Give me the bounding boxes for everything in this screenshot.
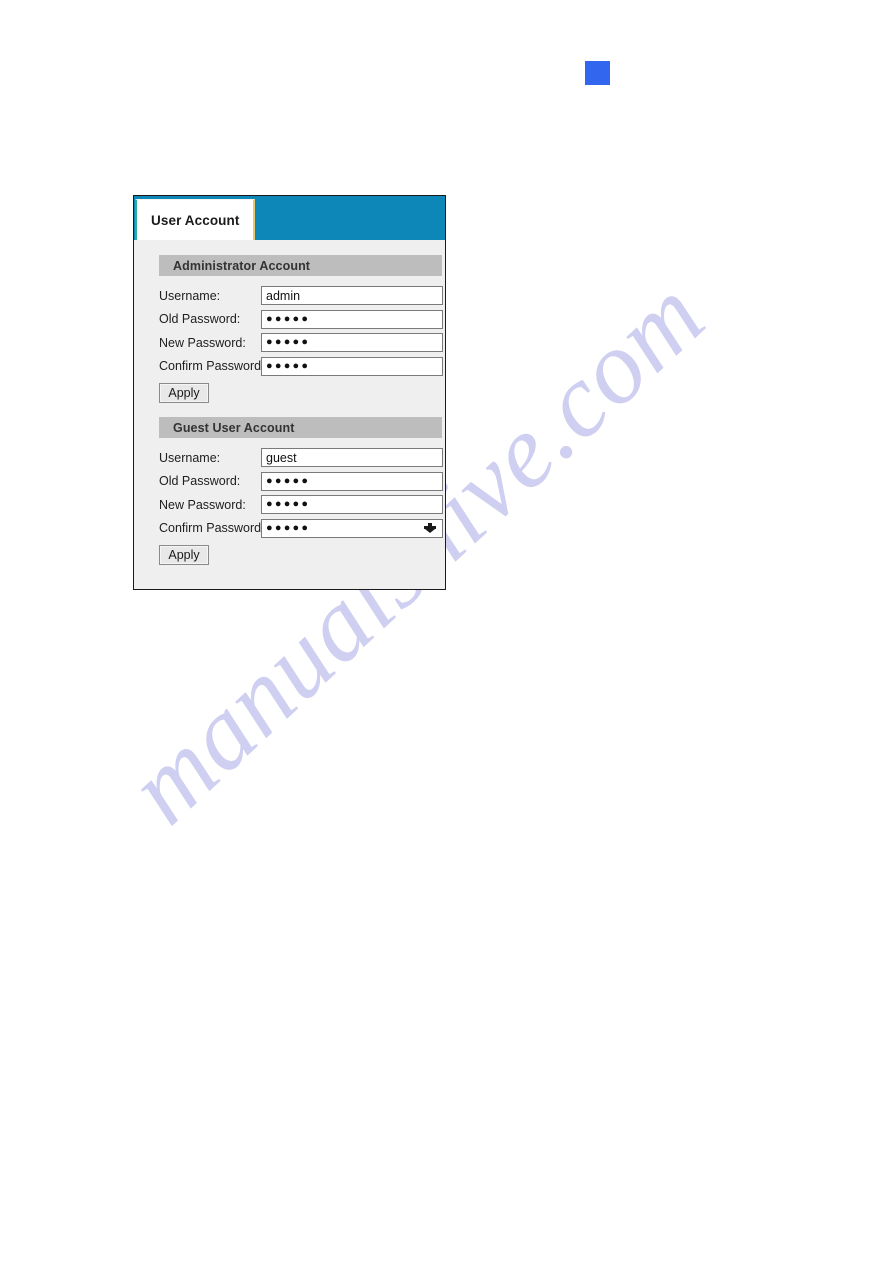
form-row-guest-old-password: Old Password: ●●●●●	[159, 470, 445, 494]
label-guest-old-password: Old Password:	[159, 474, 241, 489]
value-guest-confirm-password: ●●●●●	[266, 521, 311, 534]
input-guest-username[interactable]: guest	[261, 448, 443, 468]
administrator-form: Username: admin Old Password: ●●●●● New …	[134, 276, 445, 378]
section-header-guest-label: Guest User Account	[173, 420, 295, 435]
label-guest-confirm-password: Confirm Password:	[159, 521, 265, 536]
form-row-guest-confirm-password: Confirm Password: ●●●●●	[159, 517, 445, 541]
label-admin-new-password: New Password:	[159, 335, 246, 350]
form-row-guest-username: Username: guest	[159, 446, 445, 470]
blue-marker-square	[585, 61, 610, 85]
tab-user-account-label: User Account	[151, 212, 240, 228]
input-guest-new-password[interactable]: ●●●●●	[261, 495, 443, 515]
tab-strip: User Account	[134, 196, 445, 240]
input-guest-confirm-password[interactable]: ●●●●●	[261, 518, 443, 538]
tab-user-account[interactable]: User Account	[135, 199, 256, 240]
value-admin-username: admin	[266, 288, 301, 303]
value-guest-username: guest	[266, 450, 297, 465]
input-admin-new-password[interactable]: ●●●●●	[261, 333, 443, 353]
administrator-apply-wrap: Apply	[134, 378, 445, 403]
value-guest-new-password: ●●●●●	[266, 498, 311, 511]
form-row-admin-old-password: Old Password: ●●●●●	[159, 308, 445, 332]
value-guest-old-password: ●●●●●	[266, 474, 311, 487]
form-row-admin-username: Username: admin	[159, 284, 445, 308]
apply-button-administrator[interactable]: Apply	[159, 383, 209, 403]
form-row-admin-new-password: New Password: ●●●●●	[159, 331, 445, 355]
section-header-administrator-label: Administrator Account	[173, 258, 311, 273]
label-admin-old-password: Old Password:	[159, 312, 241, 327]
label-guest-new-password: New Password:	[159, 497, 246, 512]
guest-form: Username: guest Old Password: ●●●●● New …	[134, 438, 445, 540]
input-admin-username[interactable]: admin	[261, 286, 443, 306]
panel-body: Administrator Account Username: admin Ol…	[134, 240, 445, 589]
guest-apply-wrap: Apply	[134, 540, 445, 565]
form-row-admin-confirm-password: Confirm Password: ●●●●●	[159, 355, 445, 379]
value-admin-confirm-password: ●●●●●	[266, 359, 311, 372]
value-admin-old-password: ●●●●●	[266, 312, 311, 325]
mouse-cursor-icon	[424, 523, 436, 534]
form-row-guest-new-password: New Password: ●●●●●	[159, 493, 445, 517]
user-account-panel: User Account Administrator Account Usern…	[133, 195, 446, 590]
watermark-layer: manualshive.com	[0, 0, 893, 1263]
section-header-guest: Guest User Account	[159, 417, 442, 438]
input-admin-old-password[interactable]: ●●●●●	[261, 309, 443, 329]
label-admin-username: Username:	[159, 288, 221, 303]
apply-button-guest[interactable]: Apply	[159, 545, 209, 565]
section-header-administrator: Administrator Account	[159, 255, 442, 276]
label-guest-username: Username:	[159, 450, 221, 465]
label-admin-confirm-password: Confirm Password:	[159, 359, 265, 374]
input-guest-old-password[interactable]: ●●●●●	[261, 471, 443, 491]
input-admin-confirm-password[interactable]: ●●●●●	[261, 356, 443, 376]
value-admin-new-password: ●●●●●	[266, 336, 311, 349]
